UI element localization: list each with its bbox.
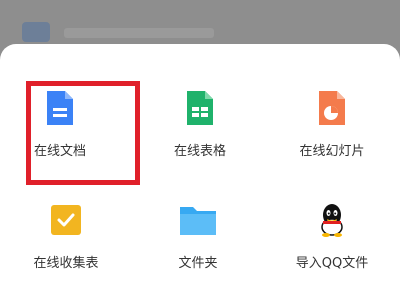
create-folder-button[interactable]: 文件夹 bbox=[138, 200, 258, 290]
create-doc-label: 在线文档 bbox=[33, 144, 86, 159]
create-sheet-label: 在线表格 bbox=[173, 144, 226, 159]
import-qq-file-label: 导入QQ文件 bbox=[295, 256, 369, 271]
slides-icon bbox=[312, 88, 352, 128]
create-slides-label: 在线幻灯片 bbox=[299, 144, 365, 159]
doc-icon bbox=[40, 88, 80, 128]
create-sheet-button[interactable]: 在线表格 bbox=[140, 88, 260, 178]
sheet-icon bbox=[180, 88, 220, 128]
create-form-label: 在线收集表 bbox=[33, 256, 99, 271]
background-item-icon bbox=[22, 22, 50, 42]
create-sheet: 在线文档 在线表格 在线幻灯片 在线收集表 文件夹 导入QQ文件 bbox=[0, 44, 400, 300]
create-doc-button[interactable]: 在线文档 bbox=[0, 88, 120, 178]
background-item-text bbox=[64, 28, 214, 38]
create-form-button[interactable]: 在线收集表 bbox=[6, 200, 126, 290]
folder-icon bbox=[178, 200, 218, 240]
import-qq-file-button[interactable]: 导入QQ文件 bbox=[272, 200, 392, 290]
qq-icon bbox=[312, 200, 352, 240]
form-icon bbox=[46, 200, 86, 240]
create-slides-button[interactable]: 在线幻灯片 bbox=[272, 88, 392, 178]
create-folder-label: 文件夹 bbox=[178, 256, 218, 271]
